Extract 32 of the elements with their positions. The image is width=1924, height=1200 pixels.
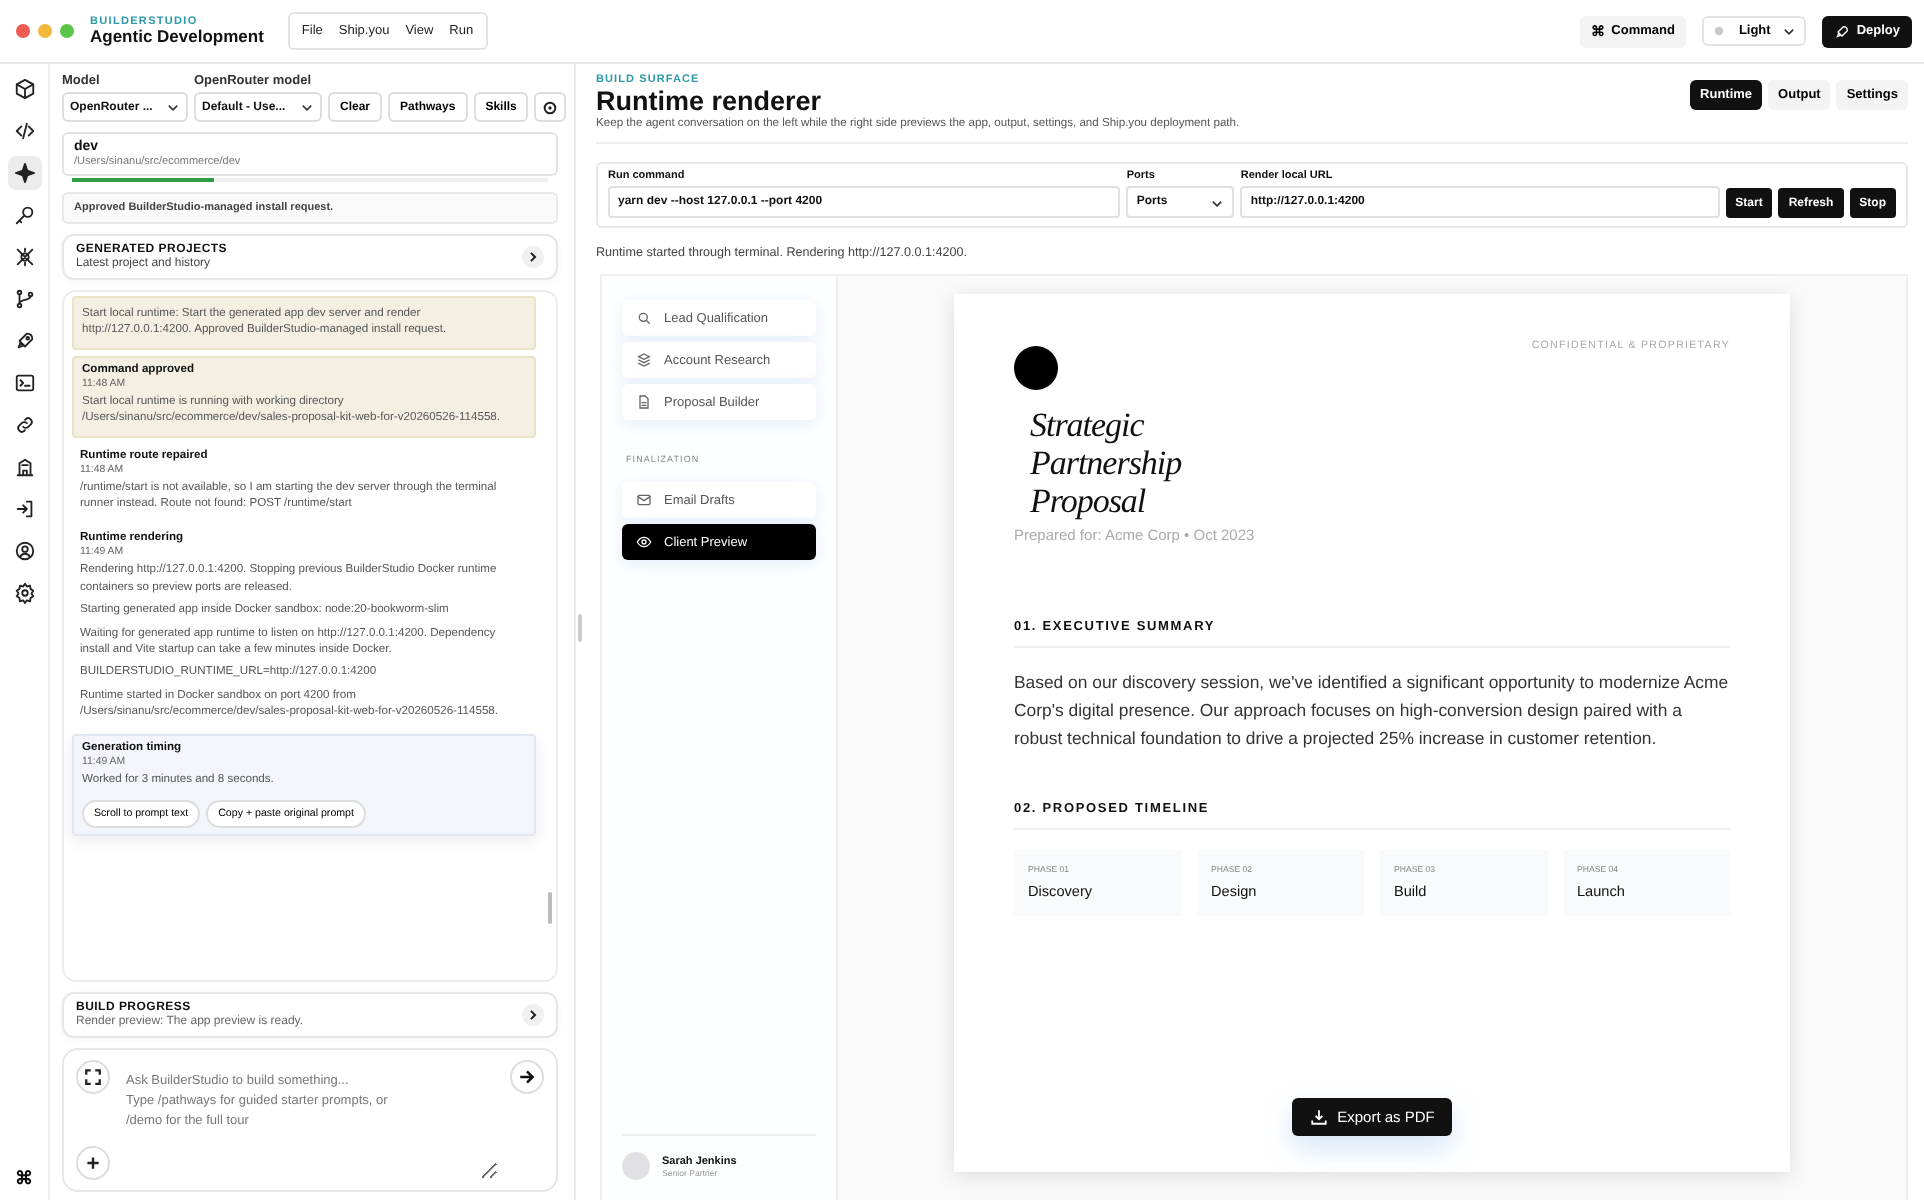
rocket-icon [1834, 23, 1851, 39]
scrollbar-thumb[interactable] [548, 892, 552, 924]
summary-paragraph: Based on our discovery session, we've identified a significant opportunity to modernize Acme Corp's digital presence. Our approach focuses on high-conversion design paired with a robust technical foundation to drive a projected 25% increase in customer retention. [1014, 670, 1730, 753]
page-title: Runtime renderer [596, 86, 824, 117]
search-icon [636, 310, 652, 327]
sparkle-icon[interactable] [7, 156, 41, 190]
logo-circle [1014, 346, 1058, 391]
download-icon [1309, 1108, 1328, 1126]
expand-button[interactable] [76, 1060, 110, 1094]
settings-icon [542, 99, 559, 115]
chevron-down-icon [1210, 195, 1225, 210]
theme-dot-icon [1712, 24, 1727, 38]
layers-icon [636, 352, 652, 369]
avatar [622, 1152, 650, 1180]
close-window-button[interactable] [16, 24, 30, 38]
command-icon[interactable]: ⌘ [15, 1168, 33, 1188]
arrow-right-icon [518, 1068, 536, 1086]
send-button[interactable] [510, 1060, 544, 1094]
eye-icon [636, 534, 652, 551]
mail-icon [636, 492, 652, 509]
chevron-down-icon [166, 100, 180, 114]
chevron-right-icon [522, 246, 544, 268]
expand-icon [84, 1068, 102, 1086]
app-title: Agentic Development [90, 27, 264, 47]
settings-button[interactable] [534, 92, 567, 122]
plus-icon [84, 1154, 102, 1172]
chevron-right-icon [522, 1004, 544, 1026]
document-title: Strategic Partnership Proposal [1030, 406, 1184, 521]
chevron-down-icon [1782, 24, 1797, 38]
add-button[interactable] [76, 1146, 110, 1180]
chevron-down-icon [300, 100, 314, 114]
document-icon [636, 394, 652, 411]
